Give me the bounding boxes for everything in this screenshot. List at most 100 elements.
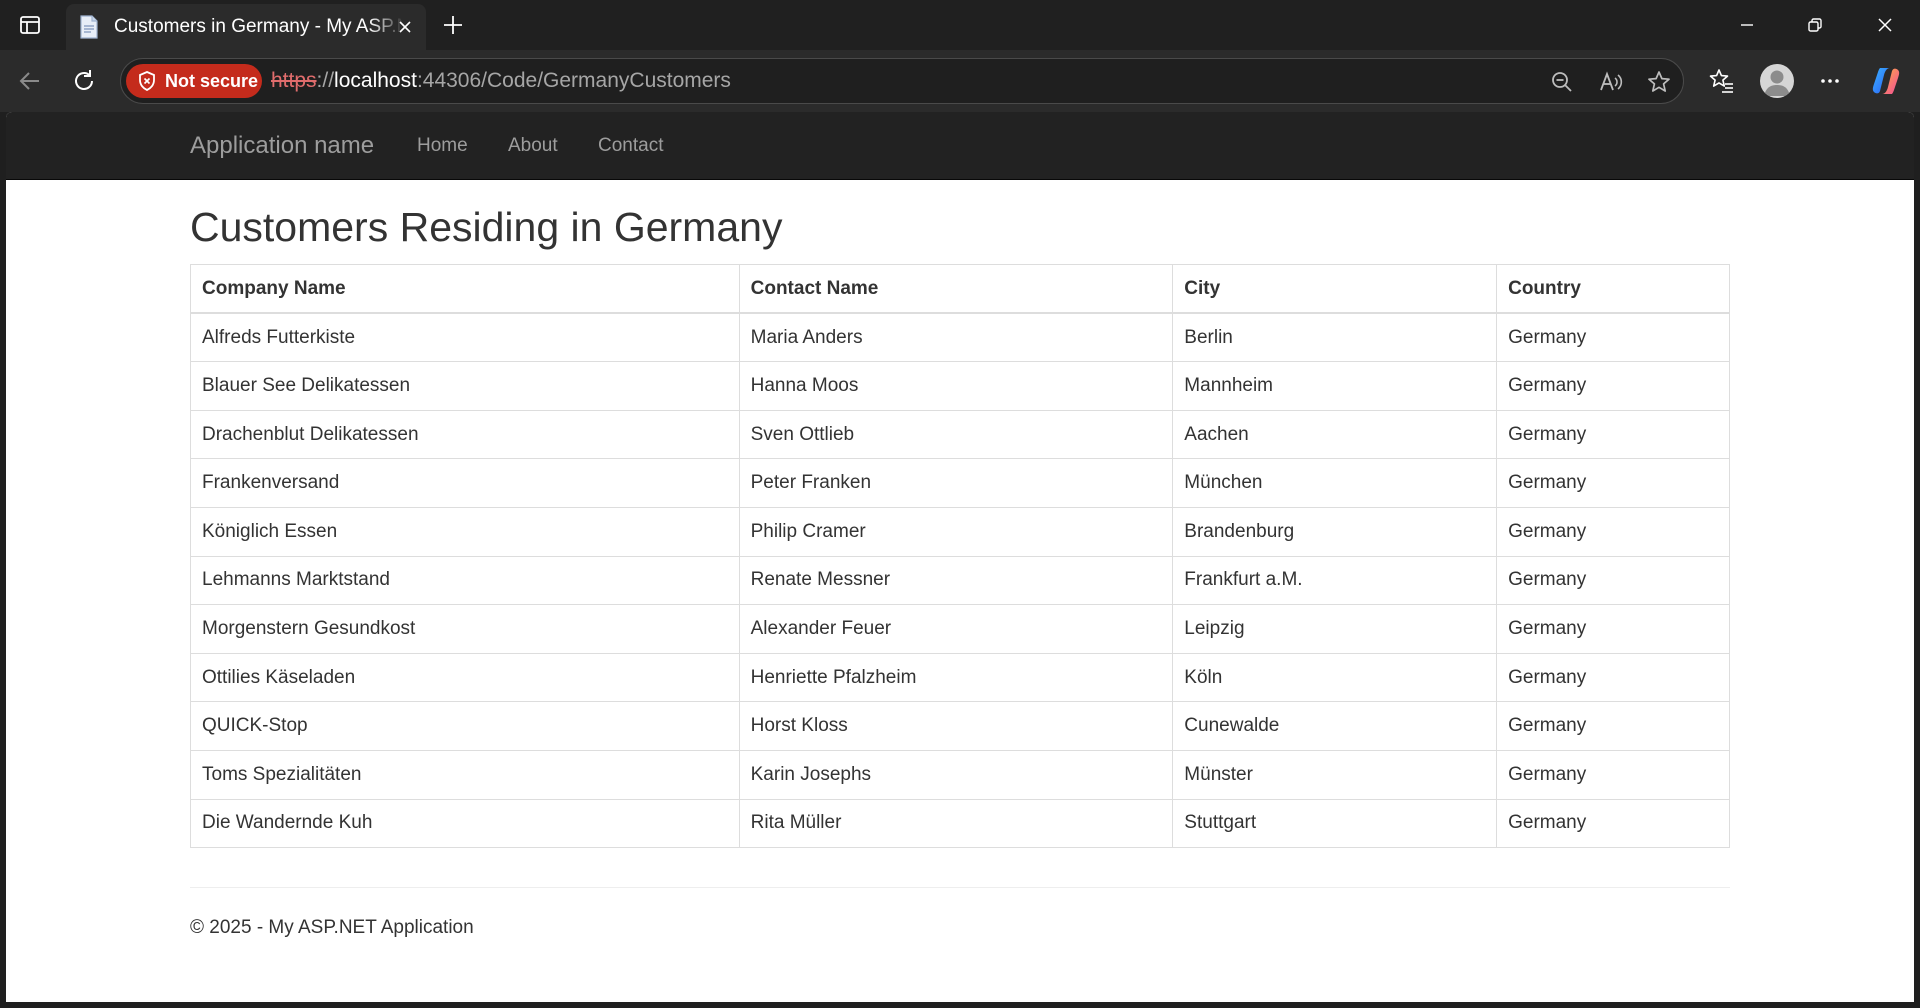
not-secure-badge[interactable]: Not secure	[126, 64, 262, 98]
url-path: :44306/Code/GermanyCustomers	[416, 69, 731, 92]
refresh-icon	[75, 70, 93, 90]
url-text[interactable]: https://localhost:44306/Code/GermanyCust…	[271, 69, 731, 93]
tab-close-button[interactable]	[394, 16, 416, 38]
cell-city: Aachen	[1172, 409, 1498, 460]
restore-button[interactable]	[1792, 8, 1838, 42]
plus-icon	[444, 16, 462, 34]
page-favicon-icon	[78, 15, 100, 39]
cell-contact: Sven Ottlieb	[738, 409, 1174, 460]
cell-city: Münster	[1172, 749, 1498, 800]
footer-copyright: © 2025 - My ASP.NET Application	[190, 917, 474, 938]
table-row: Toms Spezialitäten Karin Josephs Münster…	[190, 749, 1730, 800]
profile-button[interactable]	[1760, 64, 1794, 98]
cell-city: Cunewalde	[1172, 701, 1498, 751]
close-window-button[interactable]	[1862, 8, 1908, 42]
cell-city: Brandenburg	[1172, 506, 1498, 557]
cell-company: Morgenstern Gesundkost	[190, 604, 740, 654]
footer-divider	[190, 887, 1730, 888]
cell-contact: Karin Josephs	[738, 749, 1174, 800]
zoom-out-button[interactable]	[1547, 67, 1577, 97]
table-body: Alfreds Futterkiste Maria Anders Berlin …	[190, 312, 1730, 849]
cell-contact: Rita Müller	[738, 798, 1174, 849]
nav-home[interactable]: Home	[417, 135, 468, 157]
shield-icon	[138, 71, 156, 91]
star-icon	[1648, 71, 1670, 92]
sidebar-toggle-button[interactable]	[14, 9, 46, 41]
sidebar-toggle-icon	[20, 16, 40, 34]
cell-company: Alfreds Futterkiste	[190, 312, 740, 363]
cell-city: Mannheim	[1172, 361, 1498, 411]
cell-contact: Maria Anders	[738, 312, 1174, 363]
url-host: localhost	[334, 69, 417, 92]
cell-company: Die Wandernde Kuh	[190, 798, 740, 849]
table-row: Drachenblut Delikatessen Sven Ottlieb Aa…	[190, 409, 1730, 460]
minimize-icon	[1741, 24, 1753, 26]
copilot-icon	[1872, 68, 1900, 94]
favorites-icon	[1709, 69, 1733, 93]
table-row: QUICK-Stop Horst Kloss Cunewalde Germany	[190, 701, 1730, 751]
more-button[interactable]	[1813, 64, 1847, 98]
table-row: Die Wandernde Kuh Rita Müller Stuttgart …	[190, 798, 1730, 849]
table-header-row: Company Name Contact Name City Country	[190, 264, 1730, 315]
brand-link[interactable]: Application name	[190, 132, 374, 160]
cell-city: Leipzig	[1172, 604, 1498, 654]
column-header-company: Company Name	[190, 264, 740, 315]
cell-contact: Alexander Feuer	[738, 604, 1174, 654]
read-aloud-icon	[1600, 71, 1623, 91]
cell-city: Berlin	[1172, 312, 1498, 363]
cell-city: Köln	[1172, 652, 1498, 703]
profile-icon	[1764, 70, 1790, 96]
cell-company: Lehmanns Marktstand	[190, 555, 740, 606]
browser-tab-active[interactable]: Customers in Germany - My ASP.NET Applic…	[66, 4, 426, 50]
refresh-button[interactable]	[66, 63, 102, 99]
cell-company: Frankenversand	[190, 458, 740, 508]
cell-country: Germany	[1496, 506, 1730, 557]
nav-about[interactable]: About	[508, 135, 558, 157]
not-secure-label: Not secure	[165, 70, 259, 91]
cell-company: Toms Spezialitäten	[190, 749, 740, 800]
copilot-button[interactable]	[1869, 64, 1903, 98]
page-title: Customers Residing in Germany	[190, 204, 783, 250]
column-header-city: City	[1172, 264, 1498, 315]
cell-country: Germany	[1496, 458, 1730, 508]
app-navbar: Application name Home About Contact	[6, 112, 1914, 180]
favorites-button[interactable]	[1705, 64, 1739, 98]
cell-company: Königlich Essen	[190, 506, 740, 557]
add-favorite-button[interactable]	[1644, 67, 1674, 97]
address-bar[interactable]: Not secure https://localhost:44306/Code/…	[120, 58, 1684, 104]
cell-contact: Renate Messner	[738, 555, 1174, 606]
minimize-button[interactable]	[1724, 8, 1770, 42]
cell-company: Drachenblut Delikatessen	[190, 409, 740, 460]
cell-company: Blauer See Delikatessen	[190, 361, 740, 411]
customers-table: Company Name Contact Name City Country A…	[190, 264, 1730, 849]
cell-country: Germany	[1496, 652, 1730, 703]
new-tab-button[interactable]	[436, 8, 470, 42]
cell-city: Frankfurt a.M.	[1172, 555, 1498, 606]
table-row: Alfreds Futterkiste Maria Anders Berlin …	[190, 312, 1730, 363]
url-separator: ://	[316, 69, 335, 92]
cell-city: München	[1172, 458, 1498, 508]
cell-country: Germany	[1496, 604, 1730, 654]
cell-country: Germany	[1496, 701, 1730, 751]
cell-company: Ottilies Käseladen	[190, 652, 740, 703]
cell-company: QUICK-Stop	[190, 701, 740, 751]
cell-contact: Hanna Moos	[738, 361, 1174, 411]
more-icon	[1821, 79, 1839, 83]
table-row: Ottilies Käseladen Henriette Pfalzheim K…	[190, 652, 1730, 703]
column-header-contact: Contact Name	[738, 264, 1174, 315]
cell-country: Germany	[1496, 312, 1730, 363]
cell-country: Germany	[1496, 798, 1730, 849]
cell-contact: Horst Kloss	[738, 701, 1174, 751]
column-header-country: Country	[1496, 264, 1730, 315]
browser-toolbar: Not secure https://localhost:44306/Code/…	[0, 50, 1920, 112]
nav-contact[interactable]: Contact	[598, 135, 663, 157]
back-arrow-icon	[19, 72, 39, 90]
table-row: Blauer See Delikatessen Hanna Moos Mannh…	[190, 361, 1730, 411]
url-scheme: https	[271, 69, 317, 92]
back-button[interactable]	[12, 63, 48, 99]
read-aloud-button[interactable]	[1596, 67, 1626, 97]
cell-country: Germany	[1496, 409, 1730, 460]
tab-title: Customers in Germany - My ASP.NET Applic…	[114, 16, 404, 37]
close-icon	[1878, 18, 1892, 32]
table-row: Frankenversand Peter Franken München Ger…	[190, 458, 1730, 508]
